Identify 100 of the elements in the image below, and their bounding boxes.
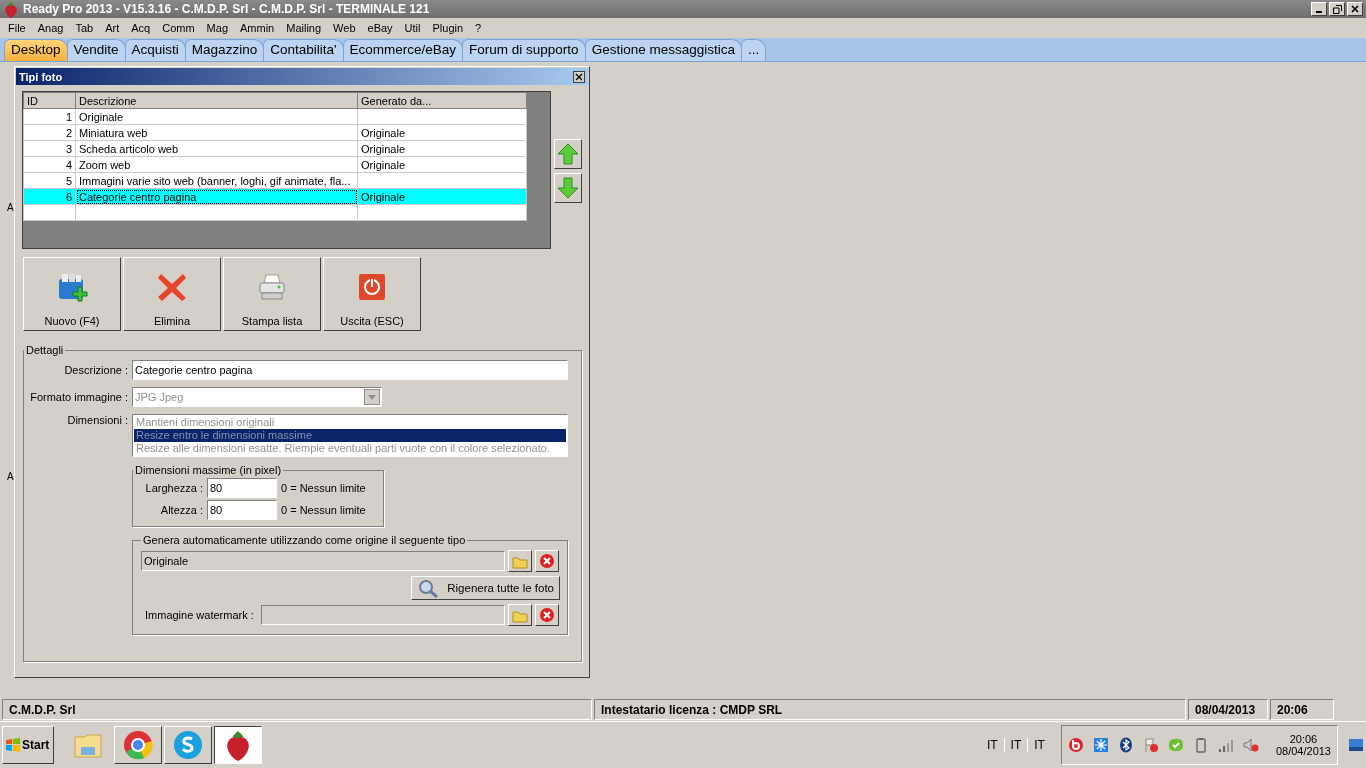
field-hint: 0 = Nessun limite (281, 482, 366, 494)
menu-item[interactable]: Tab (69, 22, 100, 34)
menu-item[interactable]: ? (469, 22, 488, 34)
browse-button[interactable] (508, 550, 532, 572)
arrow-up-icon (557, 143, 579, 165)
dialog-title: Tipi foto (19, 70, 63, 83)
taskbar-button[interactable] (214, 726, 262, 764)
column-header[interactable]: Generato da... (357, 92, 527, 109)
field-label: Descrizione : (63, 364, 129, 376)
snowflake-icon (1092, 737, 1109, 753)
table-cell: Miniatura web (75, 124, 358, 141)
menu-item[interactable]: Mailing (280, 22, 328, 34)
clear-icon (539, 607, 555, 623)
bluetooth-icon (1117, 737, 1134, 753)
windows-logo-icon (5, 737, 21, 753)
input-field[interactable]: Originale (141, 551, 505, 571)
status-pane: 08/04/2013 (1188, 699, 1268, 720)
status-pane: 20:06 (1270, 699, 1334, 720)
flag-error-icon (1142, 737, 1159, 753)
printer-icon (256, 271, 288, 303)
background-label: A (7, 202, 15, 213)
table-row[interactable]: 1 Originale (23, 108, 527, 125)
table-row[interactable]: 6 Categorie centro pagina Originale (23, 188, 527, 205)
clear-button[interactable] (535, 550, 559, 572)
clock-time: 20:06 (1289, 733, 1318, 745)
input-field[interactable] (260, 605, 505, 625)
input-field[interactable]: 80 (207, 500, 277, 520)
tab[interactable]: Acquisti (124, 39, 186, 61)
field-hint: 0 = Nessun limite (281, 504, 366, 516)
tab[interactable]: Magazzino (184, 39, 265, 61)
field-label: Altezza : (159, 504, 203, 516)
table-cell: 3 (23, 140, 76, 157)
tab[interactable]: Ecommerce/eBay (342, 39, 464, 61)
toolbar-button[interactable]: Stampa lista (223, 257, 321, 331)
table-cell: 4 (23, 156, 76, 173)
table-row[interactable]: 3 Scheda articolo web Originale (23, 140, 527, 157)
cross-icon (156, 271, 188, 303)
tab[interactable]: Forum di supporto (462, 39, 586, 61)
table-cell: 5 (23, 172, 76, 189)
tab[interactable]: Vendite (66, 39, 126, 61)
check-icon (1167, 737, 1184, 753)
toolbar-button[interactable]: Uscita (ESC) (323, 257, 421, 331)
close-button[interactable] (573, 70, 585, 83)
menu-item[interactable]: Art (99, 22, 126, 34)
menu-item[interactable]: Plugin (426, 22, 470, 34)
field-label: Dimensioni : (66, 414, 129, 426)
table-cell: Scheda articolo web (75, 140, 358, 157)
menu-item[interactable]: Util (398, 22, 427, 34)
tab[interactable]: ... (740, 39, 767, 61)
table-row[interactable]: 2 Miniatura web Originale (23, 124, 527, 141)
tab[interactable]: Gestione messaggistica (584, 39, 742, 61)
field-label: Larghezza : (144, 482, 203, 494)
show-desktop-icon (1348, 738, 1364, 752)
column-header[interactable]: Descrizione (75, 92, 358, 109)
menu-item[interactable]: File (2, 22, 32, 34)
field-label: Formato immagine : (29, 391, 129, 403)
clear-button[interactable] (535, 604, 559, 626)
regenerate-button[interactable]: Rigenera tutte le foto (411, 576, 560, 600)
browser-icon (122, 729, 154, 761)
clear-icon (539, 553, 555, 569)
column-header[interactable]: ID (23, 92, 76, 109)
table-cell: 1 (23, 108, 76, 125)
window-title: Ready Pro 2013 - V15.3.16 - C.M.D.P. Srl - C.M.D.P. Srl - TERMINALE 121 (23, 2, 431, 16)
input-field[interactable]: Categorie centro pagina (132, 360, 568, 380)
table-cell: Originale (75, 108, 358, 125)
group-title: Genera automaticamente utilizzando come origine il seguente tipo (142, 534, 467, 546)
start-button[interactable]: Start (2, 726, 54, 764)
field-label: Immagine watermark : (144, 609, 255, 621)
table-cell: Originale (357, 140, 527, 157)
menu-item[interactable]: Acq (125, 22, 157, 34)
menu-item[interactable]: Web (327, 22, 362, 34)
restore-icon (1332, 4, 1342, 14)
close-icon (1351, 5, 1359, 13)
move-up-button[interactable] (554, 139, 582, 169)
restore-button[interactable] (1329, 2, 1345, 16)
minimize-button[interactable] (1311, 2, 1327, 16)
chat-app-icon (172, 729, 204, 761)
toolbar-button[interactable]: Nuovo (F4) (23, 257, 121, 331)
menu-item[interactable]: eBay (361, 22, 399, 34)
table-cell: Originale (357, 124, 527, 141)
language-indicator[interactable]: IT (1003, 738, 1028, 752)
status-pane: C.M.D.P. Srl (2, 699, 592, 720)
menu-item[interactable]: Comm (156, 22, 201, 34)
tab[interactable]: Contabilita' (263, 39, 344, 61)
table-row[interactable]: 4 Zoom web Originale (23, 156, 527, 173)
status-pane: Intestatario licenza : CMDP SRL (594, 699, 1186, 720)
tab[interactable]: Desktop (4, 39, 68, 61)
menu-item[interactable]: Anag (31, 22, 70, 34)
table-cell: Immagini varie sito web (banner, loghi, gif animate, fla... (75, 172, 358, 189)
menu-item[interactable]: Ammin (234, 22, 281, 34)
browse-button[interactable] (508, 604, 532, 626)
language-indicator[interactable]: IT (1027, 738, 1051, 752)
menu-item[interactable]: Mag (200, 22, 234, 34)
table-row[interactable]: 5 Immagini varie sito web (banner, loghi, gif animate, fla... (23, 172, 527, 189)
group-title: Dettagli (25, 344, 65, 356)
move-down-button[interactable] (554, 173, 582, 203)
input-field[interactable]: 80 (207, 478, 277, 498)
toolbar-button[interactable]: Elimina (123, 257, 221, 331)
folder-plus-icon (56, 271, 88, 303)
language-indicator[interactable]: IT (980, 738, 1004, 752)
